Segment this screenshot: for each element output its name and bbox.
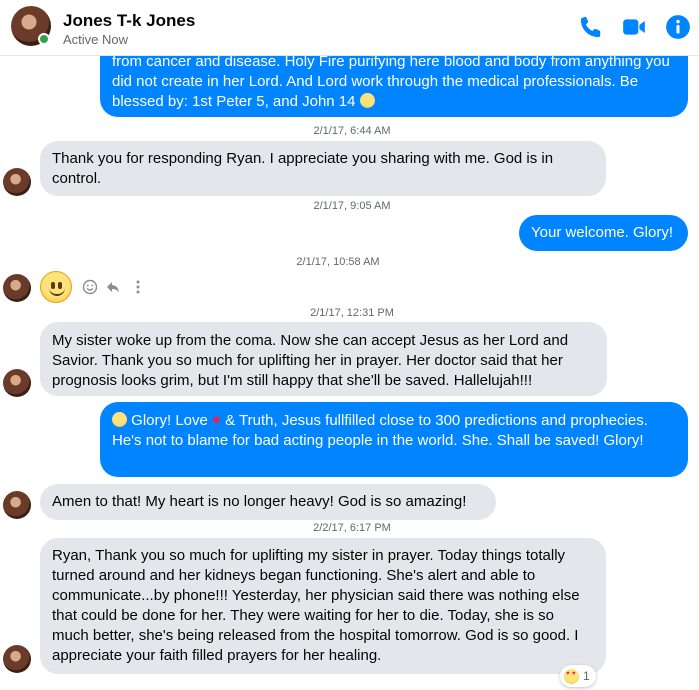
more-icon[interactable] — [130, 279, 146, 295]
message-incoming[interactable]: Amen to that! My heart is no longer heav… — [40, 484, 496, 520]
message-text: My sister woke up from the coma. Now she… — [52, 332, 569, 389]
reply-icon[interactable] — [105, 279, 121, 295]
avatar[interactable] — [3, 369, 31, 397]
message-text: Amen to that! My heart is no longer heav… — [52, 493, 467, 510]
message-incoming[interactable]: My sister woke up from the coma. Now she… — [40, 322, 607, 396]
video-icon[interactable] — [621, 14, 647, 40]
active-status-dot — [38, 33, 50, 45]
avatar[interactable] — [3, 645, 31, 673]
contact-name[interactable]: Jones T-k Jones — [63, 11, 195, 31]
contact-status: Active Now — [63, 32, 129, 47]
message-text: Glory! Love — [131, 412, 208, 429]
avatar[interactable] — [3, 491, 31, 519]
smile-emoji — [359, 93, 375, 108]
avatar[interactable] — [3, 274, 31, 302]
avatar[interactable] — [3, 168, 31, 196]
message-text: Thank you for responding Ryan. I appreci… — [52, 150, 554, 187]
phone-icon[interactable] — [578, 14, 604, 40]
message-outgoing[interactable]: Your welcome. Glory! — [519, 215, 688, 251]
timestamp: 2/2/17, 6:17 PM — [313, 522, 391, 534]
smiley-react-icon[interactable] — [82, 279, 98, 295]
timestamp: 2/1/17, 10:58 AM — [296, 256, 380, 268]
timestamp: 2/1/17, 6:44 AM — [313, 125, 391, 137]
smile-emoji-message[interactable] — [40, 271, 72, 303]
heart-eyes-reaction — [564, 668, 579, 684]
reaction-count: 1 — [583, 669, 590, 683]
message-incoming[interactable]: Ryan, Thank you so much for uplifting my… — [40, 538, 606, 674]
message-text: Your welcome. Glory! — [531, 224, 674, 241]
message-text: from cancer and disease. Holy Fire purif… — [112, 53, 670, 110]
smile-emoji — [112, 412, 127, 427]
reaction-badge[interactable]: 1 — [560, 665, 596, 687]
message-thread: from cancer and disease. Holy Fire purif… — [0, 0, 699, 690]
message-incoming[interactable]: Thank you for responding Ryan. I appreci… — [40, 141, 606, 196]
message-outgoing[interactable]: Glory! Love ♥ & Truth, Jesus fullfilled … — [100, 402, 688, 477]
heart-emoji: ♥ — [212, 412, 221, 429]
message-text: Ryan, Thank you so much for uplifting my… — [52, 547, 580, 664]
timestamp: 2/1/17, 12:31 PM — [310, 307, 394, 319]
info-icon[interactable] — [665, 14, 691, 40]
chat-header: Jones T-k Jones Active Now — [0, 0, 699, 56]
timestamp: 2/1/17, 9:05 AM — [313, 200, 391, 212]
